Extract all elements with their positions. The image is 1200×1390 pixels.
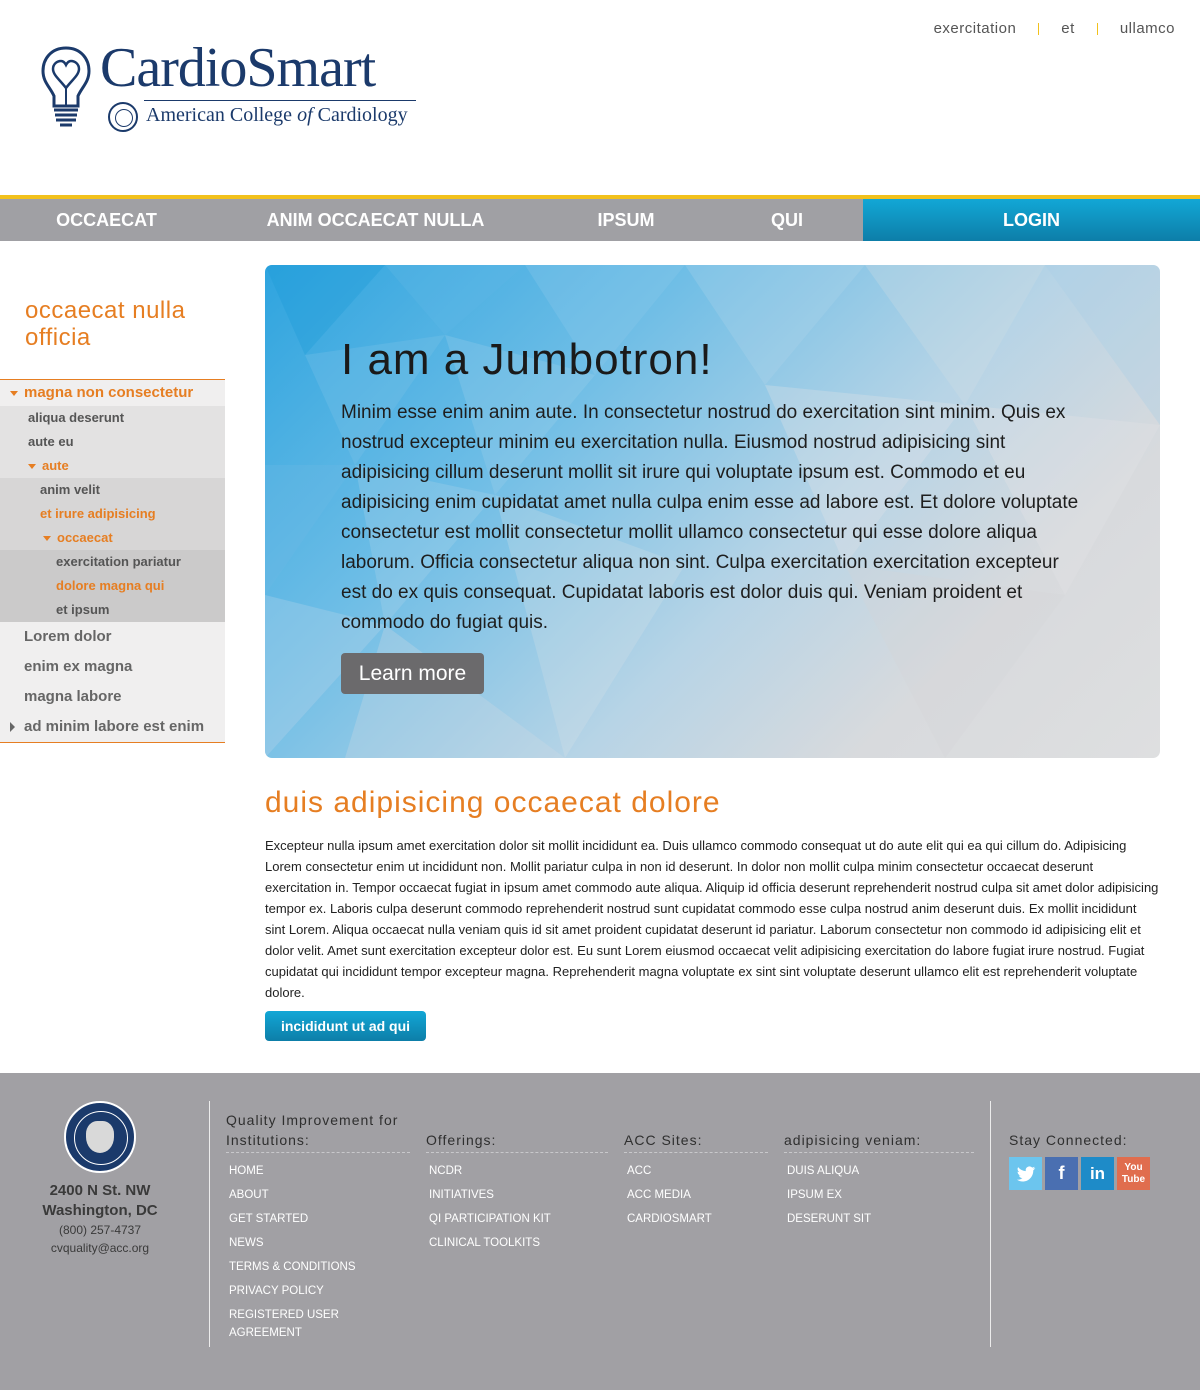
social-icons: f in You Tube (1009, 1157, 1153, 1190)
tree-item-ad-minim-labore-est-enim[interactable]: ad minim labore est enim (0, 712, 225, 742)
social-heading: Stay Connected: (1009, 1132, 1128, 1148)
site-footer: 2400 N St. NW Washington, DC (800) 257-4… (0, 1073, 1200, 1390)
acc-seal-icon (64, 1101, 136, 1173)
tree-item-aute-eu[interactable]: aute eu (0, 430, 225, 454)
tree-item-aute[interactable]: aute (0, 454, 225, 478)
footer-link-news[interactable]: NEWS (226, 1231, 410, 1255)
tree-item-lorem-dolor[interactable]: Lorem dolor (0, 622, 225, 652)
footer-link-initiatives[interactable]: INITIATIVES (426, 1183, 608, 1207)
footer-divider (990, 1101, 991, 1347)
lightbulb-heart-icon (41, 46, 91, 127)
footer-link-user-agreement[interactable]: REGISTERED USER AGREEMENT (226, 1303, 362, 1345)
tree-level-2: aliqua deserunt aute eu aute anim velit … (0, 406, 225, 622)
caret-down-icon (43, 536, 51, 542)
footer-link-clinical-toolkits[interactable]: CLINICAL TOOLKITS (426, 1231, 608, 1255)
linkedin-icon[interactable]: in (1081, 1157, 1114, 1190)
acc-seal-icon (108, 102, 138, 132)
tree-item-anim-velit[interactable]: anim velit (0, 478, 225, 502)
footer-link-qi-kit[interactable]: QI PARTICIPATION KIT (426, 1207, 608, 1231)
nav-item-occaecat[interactable]: OCCAECAT (0, 199, 213, 241)
footer-link-acc-media[interactable]: ACC MEDIA (624, 1183, 768, 1207)
utility-link-exercitation[interactable]: exercitation (934, 20, 1017, 37)
jumbotron: I am a Jumbotron! Minim esse enim anim a… (265, 265, 1160, 758)
tree-item-occaecat[interactable]: occaecat (0, 526, 225, 550)
footer-link-ipsum-ex[interactable]: IPSUM EX (784, 1183, 974, 1207)
jumbotron-title: I am a Jumbotron! (341, 335, 713, 384)
caret-down-icon (28, 464, 36, 470)
nav-item-qui[interactable]: QUI (737, 199, 837, 241)
caret-down-icon (10, 390, 18, 396)
tree-item-exercitation-pariatur[interactable]: exercitation pariatur (0, 550, 225, 574)
address-phone: (800) 257-4737 (58, 1223, 142, 1237)
tree-item-enim-ex-magna[interactable]: enim ex magna (0, 652, 225, 682)
footer-col-offerings: Offerings: NCDR INITIATIVES QI PARTICIPA… (426, 1130, 608, 1255)
twitter-icon[interactable] (1009, 1157, 1042, 1190)
footer-link-duis-aliqua[interactable]: DUIS ALIQUA (784, 1159, 974, 1183)
footer-link-cardiosmart[interactable]: CARDIOSMART (624, 1207, 768, 1231)
login-button[interactable]: LOGIN (863, 199, 1200, 241)
address-email[interactable]: cvquality@acc.org (0, 1239, 200, 1257)
utility-link-et[interactable]: et (1061, 20, 1075, 37)
footer-col-heading: adipisicing veniam: (784, 1130, 974, 1153)
brand-name: CardioSmart (100, 37, 376, 99)
utility-links: exercitation et ullamco (934, 20, 1175, 37)
utility-separator (1038, 22, 1040, 35)
jumbotron-body: Minim esse enim anim aute. In consectetu… (341, 402, 1079, 633)
tree-item-aliqua-deserunt[interactable]: aliqua deserunt (0, 406, 225, 430)
tree-item-dolore-magna-qui[interactable]: dolore magna qui (0, 574, 225, 598)
utility-link-ullamco[interactable]: ullamco (1120, 20, 1175, 37)
footer-link-home[interactable]: HOME (226, 1159, 410, 1183)
address-city: Washington, DC (42, 1202, 158, 1219)
learn-more-button[interactable]: Learn more (341, 653, 484, 694)
logo-rule (144, 100, 416, 101)
section-action-button[interactable]: incididunt ut ad qui (265, 1011, 426, 1041)
footer-col-quality: Quality Improvement for Institutions: HO… (226, 1110, 410, 1345)
cardiosmart-logo[interactable]: CardioSmart American College of Cardiolo… (40, 37, 420, 135)
footer-link-ncdr[interactable]: NCDR (426, 1159, 608, 1183)
section-body: Excepteur nulla ipsum amet exercitation … (265, 838, 1159, 1000)
section-title: duis adipisicing occaecat dolore (265, 786, 721, 819)
tree-level-4: exercitation pariatur dolore magna qui e… (0, 550, 225, 622)
footer-link-about[interactable]: ABOUT (226, 1183, 410, 1207)
footer-link-get-started[interactable]: GET STARTED (226, 1207, 410, 1231)
footer-link-terms[interactable]: TERMS & CONDITIONS (226, 1255, 410, 1279)
footer-col-acc-sites: ACC Sites: ACC ACC MEDIA CARDIOSMART (624, 1130, 768, 1231)
tree-item-et-ipsum[interactable]: et ipsum (0, 598, 225, 622)
footer-link-privacy[interactable]: PRIVACY POLICY (226, 1279, 410, 1303)
tree-item-magna-labore[interactable]: magna labore (0, 682, 225, 712)
footer-divider (209, 1101, 210, 1347)
footer-col-adipisicing: adipisicing veniam: DUIS ALIQUA IPSUM EX… (784, 1130, 974, 1231)
footer-link-deserunt-sit[interactable]: DESERUNT SIT (784, 1207, 974, 1231)
footer-col-heading: Quality Improvement for Institutions: (226, 1110, 410, 1153)
tree-level-3: anim velit et irure adipisicing occaecat… (0, 478, 225, 622)
nav-item-anim-occaecat-nulla[interactable]: ANIM OCCAECAT NULLA (238, 199, 513, 241)
brand-subtitle: American College of Cardiology (146, 104, 408, 126)
site-header: CardioSmart American College of Cardiolo… (0, 0, 1200, 195)
social-links: Stay Connected: f in You Tube (1009, 1130, 1153, 1190)
facebook-icon[interactable]: f (1045, 1157, 1078, 1190)
footer-col-heading: Offerings: (426, 1130, 608, 1153)
tree-item-et-irure-adipisicing[interactable]: et irure adipisicing (0, 502, 225, 526)
sidebar-tree: magna non consectetur aliqua deserunt au… (0, 379, 225, 743)
caret-right-icon (10, 722, 15, 733)
tree-item-magna-non-consectetur[interactable]: magna non consectetur (0, 380, 225, 406)
nav-item-ipsum[interactable]: IPSUM (566, 199, 686, 241)
footer-col-heading: ACC Sites: (624, 1130, 768, 1153)
utility-separator (1096, 22, 1098, 35)
youtube-icon[interactable]: You Tube (1117, 1157, 1150, 1190)
address-street: 2400 N St. NW (49, 1182, 151, 1199)
footer-address: 2400 N St. NW Washington, DC (800) 257-4… (0, 1181, 200, 1257)
sidebar-title: occaecat nulla officia (25, 297, 186, 351)
main-nav: OCCAECAT ANIM OCCAECAT NULLA IPSUM QUI L… (0, 195, 1200, 241)
footer-link-acc[interactable]: ACC (624, 1159, 768, 1183)
